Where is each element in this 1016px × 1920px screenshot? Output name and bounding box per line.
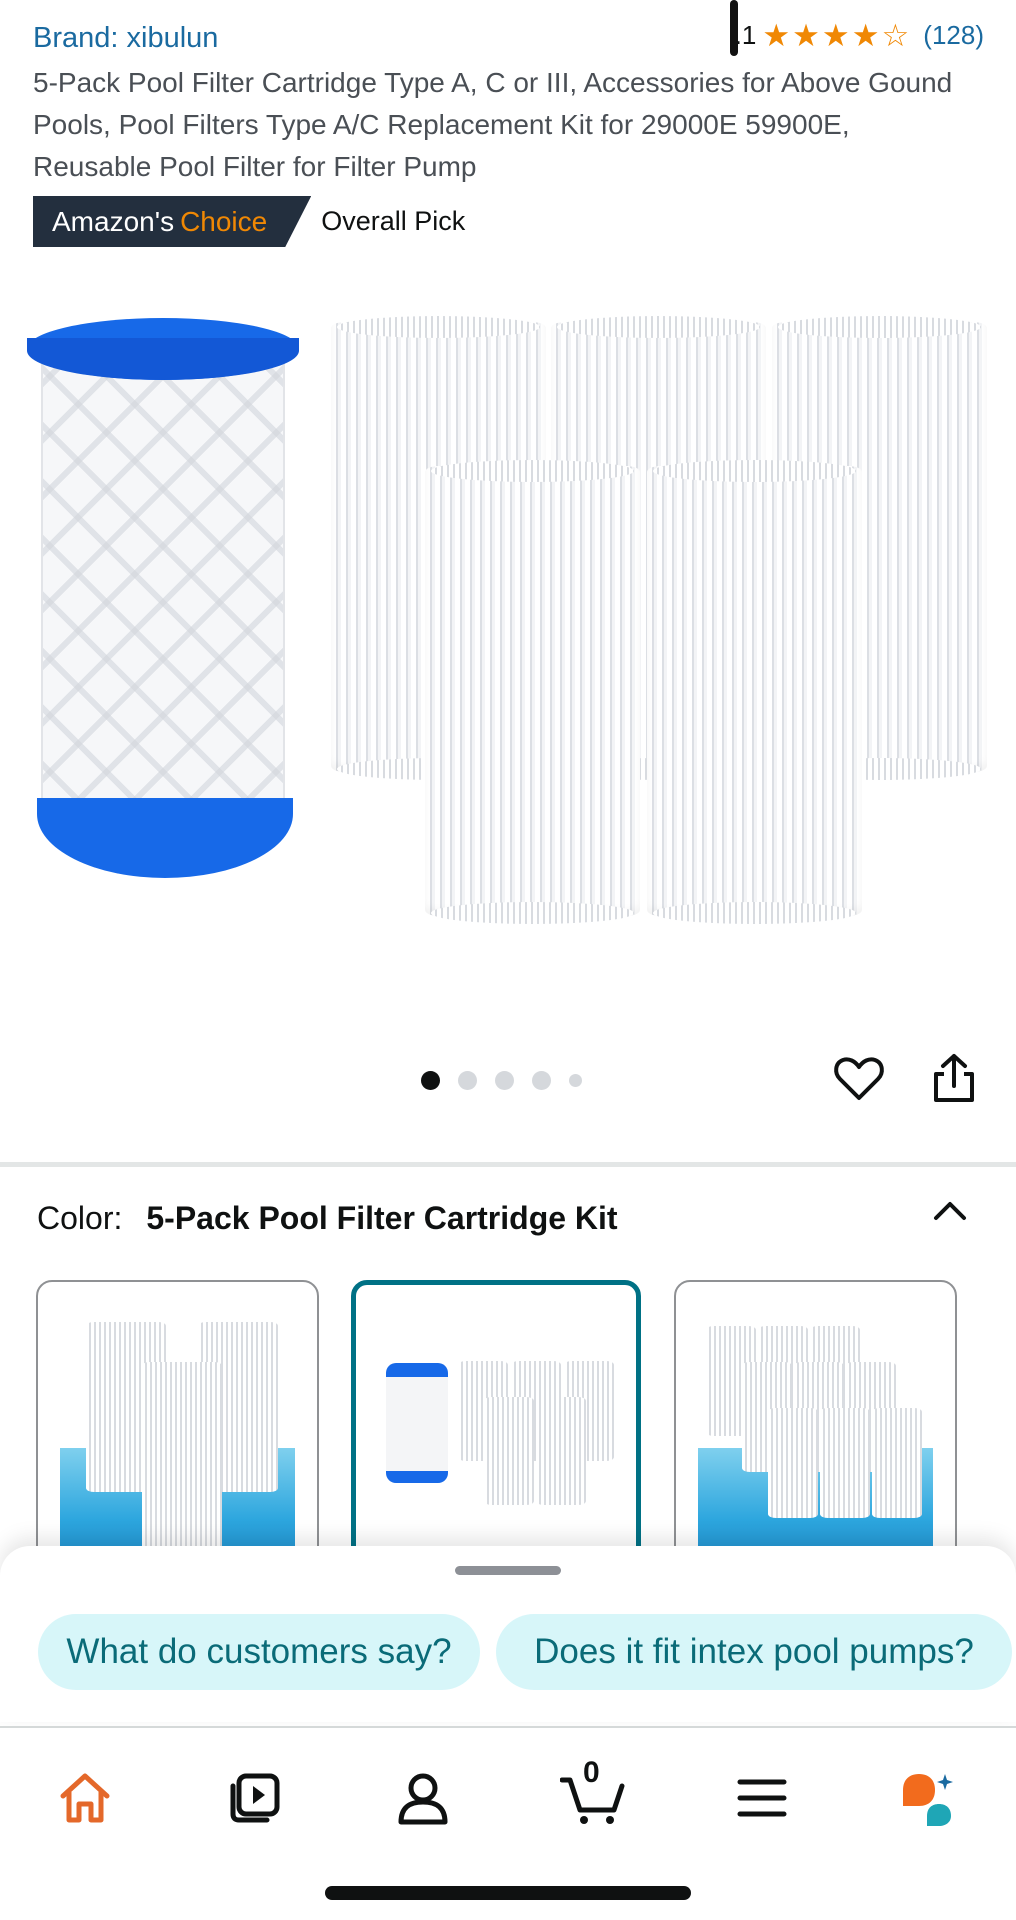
color-value: 5-Pack Pool Filter Cartridge Kit	[146, 1200, 618, 1236]
page-dot[interactable]	[458, 1071, 477, 1090]
suggestion-bottom-sheet: What do customers say? Does it fit intex…	[0, 1546, 1016, 1722]
heart-icon[interactable]	[833, 1052, 885, 1104]
swatch-cartridge-image	[768, 1408, 818, 1518]
sheet-drag-handle[interactable]	[455, 1566, 561, 1575]
choice-prefix: Amazon's	[52, 205, 175, 237]
choice-tag: Amazon's Choice	[33, 196, 311, 247]
swatch-cartridge-image	[484, 1397, 534, 1505]
amazons-choice-badge[interactable]: Amazon's Choice Overall Pick	[33, 196, 465, 247]
filter-housing-image	[27, 318, 299, 878]
image-pagination[interactable]	[421, 1071, 582, 1090]
swatch-cartridge-image	[872, 1408, 922, 1518]
page-dot-active[interactable]	[421, 1071, 440, 1090]
section-divider	[0, 1162, 1016, 1167]
product-title: 5-Pack Pool Filter Cartridge Type A, C o…	[33, 67, 953, 182]
choice-accent: Choice	[180, 205, 268, 237]
review-count-link[interactable]: (128)	[923, 20, 984, 51]
filter-cartridge-image	[647, 460, 862, 924]
star-full-icon: ★	[792, 18, 820, 53]
page-dot[interactable]	[532, 1071, 551, 1090]
star-empty-icon: ☆	[881, 18, 910, 53]
menu-icon[interactable]	[732, 1768, 792, 1828]
brand-link[interactable]: Brand: xibulun	[33, 22, 218, 55]
suggestion-chip[interactable]: Does it fit intex pool pumps?	[496, 1614, 1012, 1690]
product-image-gallery[interactable]	[0, 290, 1016, 950]
color-swatch-3-pack[interactable]	[36, 1280, 319, 1570]
star-rating: ★ ★ ★ ★ ☆	[762, 20, 909, 51]
filter-cartridge-image	[425, 460, 640, 924]
color-label: Color:	[37, 1200, 123, 1236]
page-dot[interactable]	[495, 1071, 514, 1090]
star-full-icon: ★	[762, 18, 791, 53]
swatch-cartridge-image	[536, 1397, 586, 1505]
overall-pick-label: Overall Pick	[321, 206, 466, 236]
home-icon[interactable]	[55, 1768, 115, 1828]
chevron-up-icon[interactable]	[930, 1196, 970, 1226]
share-icon[interactable]	[930, 1052, 978, 1104]
home-indicator	[325, 1886, 691, 1900]
rating-summary[interactable]: .1 ★ ★ ★ ★ ☆ (128)	[735, 20, 984, 51]
swatch-cartridge-image	[142, 1362, 222, 1552]
page-dot[interactable]	[569, 1074, 582, 1087]
color-swatch-5-pack-selected[interactable]	[351, 1280, 641, 1570]
star-full-icon: ★	[851, 18, 880, 53]
swatch-housing-image	[386, 1363, 448, 1483]
swatch-cartridge-image	[820, 1408, 870, 1518]
star-full-icon: ★	[821, 18, 850, 53]
account-icon[interactable]	[393, 1768, 453, 1828]
rating-value: .1	[734, 20, 757, 50]
video-icon[interactable]	[225, 1768, 285, 1828]
color-selector-header: Color: 5-Pack Pool Filter Cartridge Kit	[37, 1200, 618, 1237]
cart-count-badge: 0	[583, 1756, 600, 1789]
suggestion-chip[interactable]: What do customers say?	[38, 1614, 480, 1690]
color-swatch-9-pack[interactable]	[674, 1280, 957, 1570]
rufus-icon[interactable]	[899, 1768, 959, 1828]
